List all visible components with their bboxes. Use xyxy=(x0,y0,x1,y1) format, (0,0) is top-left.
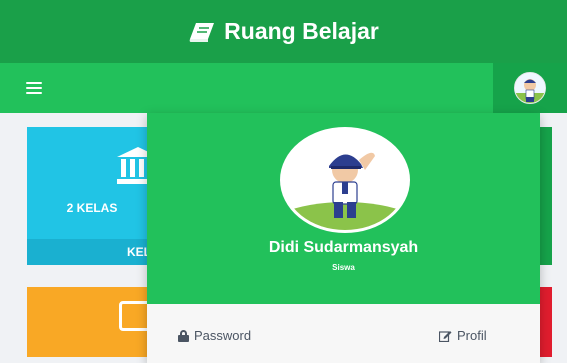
class-tile[interactable]: 2 KELAS KEL xyxy=(27,127,157,265)
lock-icon xyxy=(178,329,189,342)
app-title-text: Ruang Belajar xyxy=(224,18,379,44)
user-role: Siswa xyxy=(332,263,355,272)
password-button[interactable]: Password xyxy=(178,328,251,343)
profile-avatar xyxy=(280,127,410,233)
assignment-tile[interactable] xyxy=(27,287,157,357)
red-tile-edge xyxy=(538,287,552,357)
avatar-icon xyxy=(514,72,546,104)
user-header: Didi Sudarmansyah Siswa xyxy=(147,113,540,304)
app-header: Ruang Belajar xyxy=(0,0,567,63)
navbar xyxy=(0,63,567,113)
profile-label: Profil xyxy=(457,328,487,343)
user-menu-toggle[interactable] xyxy=(493,63,567,113)
green-tile-edge xyxy=(538,127,552,265)
class-tile-link[interactable]: KEL xyxy=(27,239,157,265)
app-title: Ruang Belajar xyxy=(188,18,379,45)
user-name: Didi Sudarmansyah xyxy=(268,239,419,256)
book-icon xyxy=(189,22,215,42)
password-label: Password xyxy=(194,328,252,343)
class-count: 2 KELAS xyxy=(66,201,118,215)
user-dropdown: Didi Sudarmansyah Siswa Password Profil xyxy=(147,113,540,363)
hamburger-icon[interactable] xyxy=(26,82,42,94)
user-footer: Password Profil xyxy=(147,304,540,363)
edit-icon xyxy=(439,330,452,342)
profile-button[interactable]: Profil xyxy=(439,328,487,343)
